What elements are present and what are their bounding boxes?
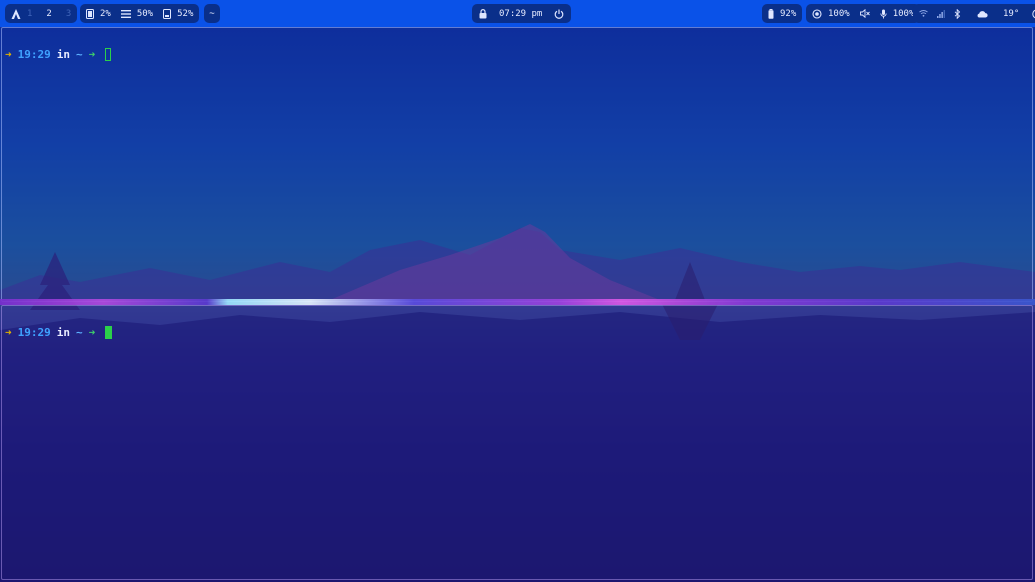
controls-pill: 100% 100%: [806, 4, 921, 23]
prompt-chevron-icon: ➜: [88, 48, 96, 61]
terminal-pane-bottom[interactable]: ➜ 19:29 in ~ ➜: [1, 305, 1033, 580]
workspace-2[interactable]: 2: [46, 9, 51, 19]
top-bar: 1 2 3 2% 50% 52% ~ 07:29 pm 92% 100% 100…: [0, 0, 1035, 27]
battery-pill: 92%: [762, 4, 803, 23]
power-icon[interactable]: [554, 9, 564, 19]
workspaces-pill: 1 2 3: [5, 4, 78, 23]
brightness-level: 100%: [828, 8, 850, 19]
workspace-3[interactable]: 3: [66, 9, 71, 19]
weather-temperature: 19°: [1003, 8, 1020, 19]
volume-level: 100%: [892, 8, 915, 19]
system-stats-pill: 2% 50% 52%: [80, 4, 200, 23]
prompt-line: ➜ 19:29 in ~ ➜: [5, 326, 113, 339]
window-title: ~: [209, 8, 215, 19]
memory-icon: [120, 9, 131, 18]
prompt-chevron-icon: ➜: [88, 326, 96, 339]
prompt-in: in: [56, 48, 70, 61]
lock-icon[interactable]: [479, 8, 487, 19]
prompt-arrow-icon: ➜: [5, 48, 12, 61]
wifi-icon[interactable]: [919, 10, 928, 17]
prompt-arrow-icon: ➜: [5, 326, 12, 339]
cpu-icon: [86, 8, 94, 19]
disk-usage: 52%: [177, 8, 194, 19]
clock: 07:29 pm: [499, 8, 543, 19]
text-cursor: [105, 326, 113, 339]
prompt-line: ➜ 19:29 in ~ ➜: [5, 48, 112, 61]
window-title-pill[interactable]: ~: [204, 4, 220, 23]
brightness-icon[interactable]: [812, 8, 822, 19]
prompt-in: in: [56, 326, 70, 339]
cpu-usage: 2%: [100, 8, 111, 19]
prompt-time: 19:29: [17, 326, 51, 339]
prompt-time: 19:29: [17, 48, 51, 61]
arch-logo-icon[interactable]: [11, 8, 21, 19]
volume-muted-icon[interactable]: [859, 9, 870, 18]
cloud-icon: [976, 10, 988, 18]
bluetooth-icon[interactable]: [954, 8, 961, 19]
memory-usage: 50%: [136, 8, 154, 19]
microphone-icon[interactable]: [880, 9, 887, 19]
text-cursor: [105, 48, 112, 61]
terminal-pane-top[interactable]: ➜ 19:29 in ~ ➜: [1, 27, 1033, 302]
network-weather-pill: 19°: [913, 4, 1035, 23]
clock-pill: 07:29 pm: [472, 4, 572, 23]
battery-level: 92%: [780, 8, 797, 19]
battery-icon: [768, 8, 774, 19]
signal-icon[interactable]: [937, 9, 945, 18]
workspace-1[interactable]: 1: [27, 9, 32, 19]
prompt-directory: ~: [76, 48, 83, 61]
disk-icon: [163, 8, 172, 19]
prompt-directory: ~: [76, 326, 83, 339]
